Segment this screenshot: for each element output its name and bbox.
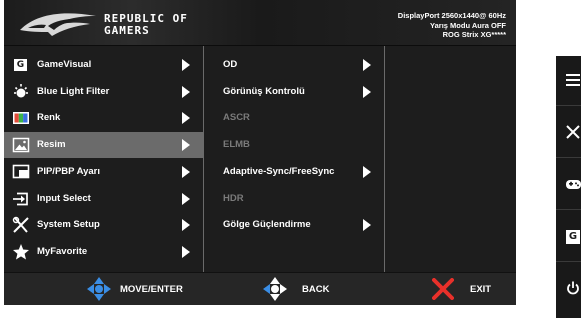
blue-light-icon [12, 83, 30, 101]
submenu-item-adaptive-sync-freesync[interactable]: Adaptive-Sync/FreeSync [205, 159, 385, 185]
main-menu-item-label: Resim [37, 139, 66, 151]
input-icon [12, 190, 30, 208]
submenu-item-label: ELMB [223, 139, 250, 151]
main-menu-item-label: System Setup [37, 219, 100, 231]
submenu-item-g-r-n-kontrol-[interactable]: Görünüş Kontrolü [205, 79, 385, 105]
submenu-item-label: HDR [223, 192, 244, 204]
hotkey-bar: G [556, 56, 581, 318]
submenu: OD Görünüş Kontrolü ASCR ELMB Adaptive-Sync/… [205, 46, 385, 272]
gamevisual-hotkey[interactable]: G [556, 212, 581, 262]
chevron-right-icon [182, 59, 190, 71]
chevron-right-icon [182, 245, 190, 258]
osd-menu: REPUBLIC OF GAMERS DisplayPort 2560x1440… [4, 0, 516, 318]
back-button[interactable]: BACK [262, 273, 342, 306]
four-way-joystick-icon [87, 277, 111, 301]
main-menu-item-label: MyFavorite [37, 245, 88, 257]
submenu-item-od[interactable]: OD [205, 52, 385, 78]
osd-footer: MOVE/ENTER BACK EXIT [4, 272, 516, 305]
rog-eye-logo [20, 13, 96, 36]
main-menu-item-label: Renk [37, 112, 61, 124]
submenu-item-label: Görünüş Kontrolü [223, 85, 305, 97]
joystick-left-icon [263, 277, 287, 301]
gamevisual-icon: G [12, 56, 30, 74]
chevron-right-icon [363, 59, 371, 71]
main-menu: G GameVisual Blue Light Filter Renk Resim PIP… [4, 46, 204, 272]
gamepad-icon [566, 180, 581, 189]
mode-info: Yarış Modu Aura OFF [430, 21, 506, 30]
chevron-right-icon [182, 165, 190, 178]
submenu-item-ascr: ASCR [205, 105, 385, 131]
chevron-right-icon [182, 192, 190, 205]
main-menu-item-resim[interactable]: Resim [4, 132, 204, 159]
pip-icon [12, 163, 30, 181]
main-menu-item-renk[interactable]: Renk [4, 105, 204, 131]
gamevisual-glyph: G [14, 59, 27, 71]
submenu-item-label: Gölge Güçlendirme [223, 219, 311, 231]
submenu-item-hdr: HDR [205, 186, 385, 212]
star-icon [12, 243, 30, 261]
submenu-item-g-lge-g-lendirme[interactable]: Gölge Güçlendirme [205, 212, 385, 238]
close-hotkey[interactable] [556, 108, 581, 158]
main-menu-item-myfavorite[interactable]: MyFavorite [4, 239, 204, 265]
menu-panel: G GameVisual Blue Light Filter Renk Resim PIP… [4, 46, 516, 272]
submenu-item-label: OD [223, 59, 238, 70]
main-menu-item-label: GameVisual [37, 59, 92, 70]
submenu-item-label: Adaptive-Sync/FreeSync [223, 165, 335, 177]
color-icon [12, 109, 30, 127]
gamevisual-icon: G [566, 230, 580, 244]
model-info: ROG Strix XG***** [442, 30, 506, 39]
chevron-right-icon [182, 219, 190, 232]
back-label: BACK [302, 284, 330, 295]
main-menu-item-label: Blue Light Filter [37, 85, 110, 97]
main-menu-item-pip-pbp-ayar-[interactable]: PIP/PBP Ayarı [4, 159, 204, 185]
gameplus-hotkey[interactable] [556, 160, 581, 210]
main-menu-item-label: Input Select [37, 192, 91, 204]
chevron-right-icon [363, 165, 371, 178]
move-enter-button[interactable]: MOVE/ENTER [86, 273, 206, 306]
main-menu-item-gamevisual[interactable]: G GameVisual [4, 52, 204, 78]
menu-hotkey[interactable] [556, 56, 581, 106]
power-hotkey[interactable] [556, 264, 581, 314]
exit-label: EXIT [470, 284, 492, 295]
chevron-right-icon [363, 85, 371, 98]
chevron-right-icon [363, 219, 371, 232]
submenu-item-elmb: ELMB [205, 132, 385, 158]
chevron-right-icon [182, 112, 190, 125]
chevron-right-icon [182, 85, 190, 98]
system-setup-icon [12, 216, 30, 234]
value-panel [386, 46, 516, 272]
main-menu-item-input-select[interactable]: Input Select [4, 186, 204, 212]
power-icon [567, 281, 579, 295]
main-menu-item-label: PIP/PBP Ayarı [37, 165, 101, 177]
exit-button[interactable]: EXIT [432, 273, 502, 306]
chevron-right-icon [182, 139, 190, 152]
menu-icon [566, 74, 580, 86]
brand-gamers: GAMERS [104, 24, 150, 37]
main-menu-item-blue-light-filter[interactable]: Blue Light Filter [4, 79, 204, 105]
image-icon [12, 136, 30, 154]
osd-header: REPUBLIC OF GAMERS DisplayPort 2560x1440… [4, 0, 516, 46]
signal-info: DisplayPort 2560x1440@ 60Hz [397, 11, 506, 20]
main-menu-item-system-setup[interactable]: System Setup [4, 212, 204, 238]
move-enter-label: MOVE/ENTER [120, 284, 183, 295]
submenu-item-label: ASCR [223, 112, 250, 124]
close-x-icon [432, 278, 454, 300]
close-icon [566, 125, 580, 139]
